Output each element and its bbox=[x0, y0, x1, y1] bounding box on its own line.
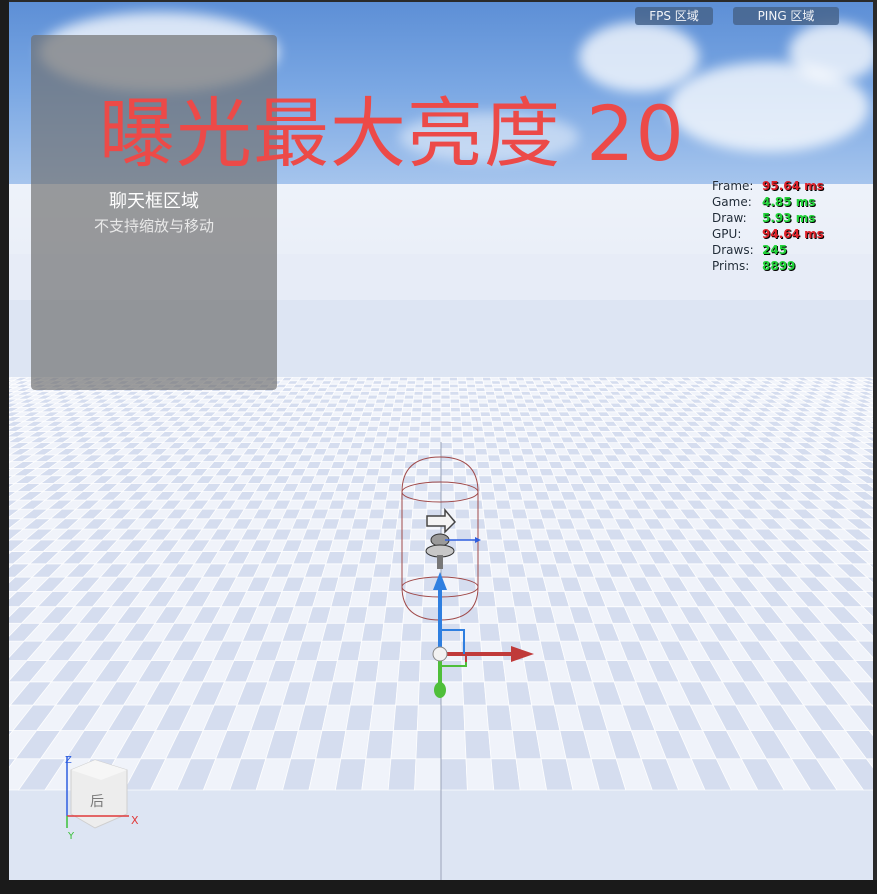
stat-value: 245 bbox=[762, 243, 788, 257]
cube-face-label[interactable]: 后 bbox=[90, 794, 104, 810]
stat-label: Draws: bbox=[712, 243, 754, 257]
stat-row-gpu: GPU: 94.64 ms bbox=[712, 226, 824, 242]
stats-panel: Frame: 95.64 ms Game: 4.85 ms Draw: 5.93 ms… bbox=[712, 178, 824, 274]
stat-label: Prims: bbox=[712, 259, 750, 273]
x-axis-head[interactable] bbox=[511, 646, 534, 662]
stat-row-draw: Draw: 5.93 ms bbox=[712, 210, 824, 226]
stat-value: 5.93 ms bbox=[762, 211, 816, 225]
exposure-overlay-text: 曝光最大亮度 20 bbox=[99, 89, 685, 178]
stat-label: GPU: bbox=[712, 227, 742, 241]
z-axis-head[interactable] bbox=[433, 572, 447, 590]
character-mesh bbox=[425, 507, 481, 569]
chat-panel-title: 聊天框区域 bbox=[109, 191, 199, 212]
stat-row-draws: Draws: 245 bbox=[712, 242, 824, 258]
stat-label: Game: bbox=[712, 195, 752, 209]
editor-bottom-border bbox=[0, 880, 877, 894]
fps-button[interactable]: FPS 区域 bbox=[635, 7, 713, 25]
view-cube[interactable]: 后 Z X Y bbox=[65, 755, 139, 842]
stat-value: 4.85 ms bbox=[762, 195, 816, 209]
stat-value: 95.64 ms bbox=[762, 179, 824, 193]
cube-z-label: Z bbox=[65, 755, 72, 766]
stat-label: Frame: bbox=[712, 179, 754, 193]
y-axis-head[interactable] bbox=[434, 682, 446, 698]
stat-row-prims: Prims: 8899 bbox=[712, 258, 824, 274]
ping-button[interactable]: PING 区域 bbox=[733, 7, 839, 25]
stat-row-game: Game: 4.85 ms bbox=[712, 194, 824, 210]
stat-row-frame: Frame: 95.64 ms bbox=[712, 178, 824, 194]
stat-value: 8899 bbox=[762, 259, 796, 273]
editor-left-border bbox=[0, 0, 9, 894]
stat-value: 94.64 ms bbox=[762, 227, 824, 241]
chat-panel-subtitle: 不支持缩放与移动 bbox=[93, 217, 214, 235]
game-viewport[interactable]: 后 Z X Y 聊天框区域 不支持缩放与移动 曝光最大亮度 20 FPS 区域 … bbox=[9, 2, 873, 880]
gizmo-center[interactable] bbox=[432, 646, 448, 662]
cube-x-label: X bbox=[131, 814, 139, 827]
cube-y-label: Y bbox=[67, 831, 75, 842]
transform-gizmo[interactable] bbox=[432, 572, 534, 698]
stat-label: Draw: bbox=[712, 211, 747, 225]
